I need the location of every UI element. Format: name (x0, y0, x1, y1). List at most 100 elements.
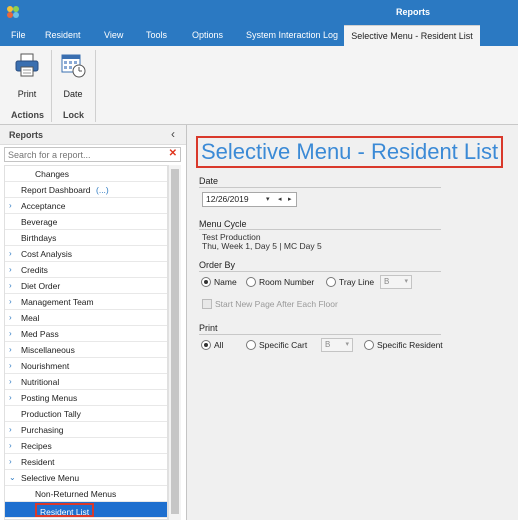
print-specific-cart-radio[interactable] (246, 340, 256, 350)
divider (199, 334, 441, 335)
tree-item[interactable]: Production Tally (5, 406, 167, 422)
tree-item-label: Cost Analysis (21, 249, 73, 259)
expand-arrow-icon[interactable]: › (9, 374, 12, 390)
tree-item[interactable]: Birthdays (5, 230, 167, 246)
order-by-room-label: Room Number (259, 277, 315, 287)
expand-arrow-icon[interactable]: › (9, 326, 12, 342)
print-specific-resident-label: Specific Resident (377, 340, 443, 350)
tree-item[interactable]: › Credits (5, 262, 167, 278)
menu-cycle-section-label: Menu Cycle (199, 219, 247, 229)
menu-resident[interactable]: Resident (45, 25, 81, 46)
expand-arrow-icon[interactable]: › (9, 246, 12, 262)
tree-item[interactable]: Resident List (5, 502, 167, 518)
expand-arrow-icon[interactable]: › (9, 438, 12, 454)
report-search: ✕ (4, 147, 181, 162)
order-by-name-radio[interactable] (201, 277, 211, 287)
report-search-input[interactable] (5, 148, 165, 161)
divider (199, 271, 441, 272)
print-specific-cart-label: Specific Cart (259, 340, 308, 350)
tree-item[interactable]: › Nutritional (5, 374, 167, 390)
report-dashboard-more-link[interactable]: (...) (96, 182, 109, 198)
print-all-radio[interactable] (201, 340, 211, 350)
clear-search-icon[interactable]: ✕ (169, 148, 177, 159)
tree-item-label: Meal (21, 313, 40, 323)
print-all-label: All (214, 340, 224, 350)
ribbon: Print Date Actions Lock (0, 46, 518, 125)
menu-tools[interactable]: Tools (146, 25, 167, 46)
tree-item-label: Miscellaneous (21, 345, 75, 355)
printer-icon (15, 53, 39, 77)
menu-view[interactable]: View (104, 25, 123, 46)
expand-arrow-icon[interactable]: › (9, 262, 12, 278)
collapse-panel-icon[interactable]: ‹ (171, 127, 175, 141)
tray-line-select[interactable]: B ▾ (380, 275, 412, 289)
tray-line-value: B (384, 277, 390, 286)
report-options-panel: Selective Menu - Resident List Date 12/2… (188, 125, 518, 520)
tree-item-label: Recipes (21, 441, 52, 451)
tree-item[interactable]: › Acceptance (5, 198, 167, 214)
tree-item-label: Report Dashboard (21, 185, 91, 195)
tree-item[interactable]: › Posting Menus (5, 390, 167, 406)
date-lock-button[interactable]: Date (55, 52, 91, 99)
tree-item[interactable]: › Miscellaneous (5, 342, 167, 358)
expand-arrow-icon[interactable]: › (9, 198, 12, 214)
tab-selective-menu-resident-list[interactable]: Selective Menu - Resident List (344, 25, 480, 46)
order-by-room-radio[interactable] (246, 277, 256, 287)
tree-item[interactable]: › Cost Analysis (5, 246, 167, 262)
expand-arrow-icon[interactable]: › (9, 422, 12, 438)
tree-item[interactable]: › Recipes (5, 438, 167, 454)
tree-item-label: Resident List (35, 503, 95, 517)
tree-item[interactable]: › Purchasing (5, 422, 167, 438)
start-new-page-checkbox[interactable] (202, 299, 212, 309)
order-by-tray-line-label: Tray Line (339, 277, 375, 287)
expand-arrow-icon[interactable]: › (9, 278, 12, 294)
expand-arrow-icon[interactable]: › (9, 294, 12, 310)
tree-item[interactable]: Beverage (5, 214, 167, 230)
menu-file[interactable]: File (11, 25, 26, 46)
tree-item[interactable]: Report Dashboard (...) (5, 182, 167, 198)
tree-item-label: Management Team (21, 297, 94, 307)
tree-item[interactable]: › Resident (5, 454, 167, 470)
chevron-down-icon: ▾ (404, 278, 408, 285)
report-tree-scrollbar[interactable] (168, 165, 181, 520)
tree-item-label: Birthdays (21, 233, 57, 243)
window-title: Reports (395, 7, 430, 17)
print-specific-resident-radio[interactable] (364, 340, 374, 350)
ribbon-separator (95, 50, 96, 122)
expand-arrow-icon[interactable]: › (9, 454, 12, 470)
tree-item-label: Nutritional (21, 377, 60, 387)
tree-item-label: Acceptance (21, 201, 66, 211)
calendar-clock-icon (61, 54, 86, 78)
expand-arrow-icon[interactable]: › (9, 310, 12, 326)
tree-item[interactable]: Changes (5, 166, 167, 182)
tree-item[interactable]: › Diet Order (5, 278, 167, 294)
tree-item-label: Non-Returned Menus (35, 489, 117, 499)
expand-arrow-icon[interactable]: › (9, 390, 12, 406)
tree-item-label: Changes (35, 169, 70, 179)
expand-arrow-icon[interactable]: › (9, 342, 12, 358)
tree-item[interactable]: › Meal (5, 310, 167, 326)
scrollbar-thumb[interactable] (171, 169, 179, 514)
reports-panel: Reports ‹ ✕ Changes Report Dashboard (...)… (0, 125, 187, 520)
date-picker[interactable]: 12/26/2019 ▾ ◂ ▸ (202, 192, 297, 207)
report-tree: Changes Report Dashboard (...) › Acceptance B… (4, 165, 168, 520)
menu-cycle-detail: Thu, Week 1, Day 5 | MC Day 5 (202, 241, 322, 251)
print-button[interactable]: Print (9, 52, 45, 99)
start-new-page-label: Start New Page After Each Floor (215, 299, 338, 309)
tree-item[interactable]: › Nourishment (5, 358, 167, 374)
date-dropdown-icon[interactable]: ▾ (266, 193, 270, 206)
menu-system-interaction-log[interactable]: System Interaction Log (246, 25, 338, 46)
tree-item-label: Med Pass (21, 329, 59, 339)
tree-item[interactable]: Non-Returned Menus (5, 486, 167, 502)
expand-arrow-icon[interactable]: › (9, 358, 12, 374)
tree-item[interactable]: › Med Pass (5, 326, 167, 342)
order-by-tray-line-radio[interactable] (326, 277, 336, 287)
reports-panel-header: Reports ‹ (0, 125, 186, 145)
date-next-icon[interactable]: ▸ (288, 193, 292, 206)
menu-options[interactable]: Options (192, 25, 223, 46)
tree-item[interactable]: › Management Team (5, 294, 167, 310)
cart-select[interactable]: B ▾ (321, 338, 353, 352)
collapse-arrow-icon[interactable]: ⌄ (9, 470, 16, 486)
tree-item[interactable]: ⌄ Selective Menu (5, 470, 167, 486)
date-prev-icon[interactable]: ◂ (278, 193, 282, 206)
